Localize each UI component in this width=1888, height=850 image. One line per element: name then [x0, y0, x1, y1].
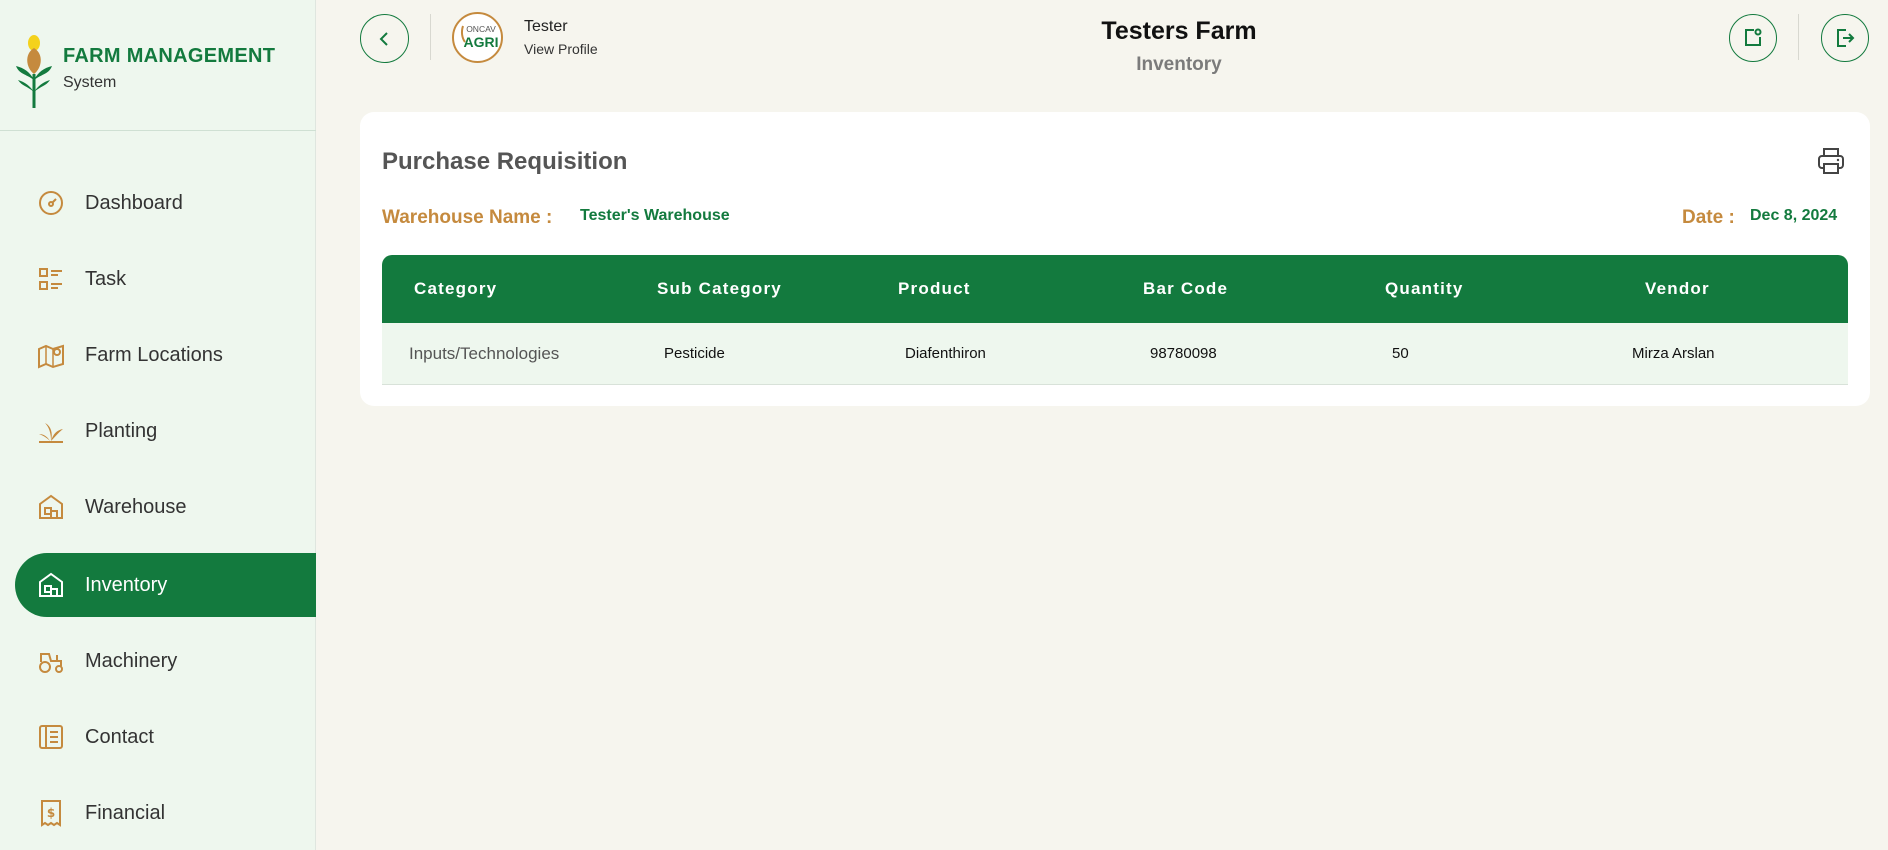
table-header: Category Sub Category Product Bar Code Q… [382, 255, 1848, 323]
sidebar-item-label: Contact [85, 725, 154, 748]
share-icon [1745, 28, 1762, 46]
sidebar-item-label: Dashboard [85, 191, 183, 214]
contact-icon [39, 725, 63, 749]
receipt-icon: $ [41, 800, 61, 827]
page-title: Testers Farm [1101, 17, 1257, 45]
tractor-icon [39, 653, 63, 673]
column-header-product: Product [898, 279, 971, 298]
column-header-bar-code: Bar Code [1143, 279, 1229, 298]
inventory-icon [39, 572, 63, 597]
share-button[interactable] [1729, 14, 1777, 62]
sidebar-item-planting[interactable]: Planting [15, 399, 316, 463]
sidebar-item-inventory[interactable]: Inventory [15, 553, 316, 617]
cell-quantity: 50 [1392, 345, 1409, 362]
sidebar-item-label: Machinery [85, 649, 178, 672]
sidebar-item-label: Inventory [85, 573, 168, 596]
plant-icon [39, 423, 63, 443]
farm-logo-icon [16, 35, 52, 108]
column-header-vendor: Vendor [1645, 279, 1710, 298]
header-divider [430, 14, 431, 60]
warehouse-icon [39, 494, 63, 519]
back-button[interactable] [360, 14, 409, 63]
brand-title: FARM MANAGEMENT [63, 45, 276, 67]
requisition-table: Category Sub Category Product Bar Code Q… [382, 255, 1848, 385]
column-header-quantity: Quantity [1385, 279, 1464, 298]
cell-category: Inputs/Technologies [409, 344, 560, 363]
sidebar-item-dashboard[interactable]: Dashboard [15, 171, 316, 235]
cell-vendor: Mirza Arslan [1632, 345, 1715, 362]
date-label: Date : [1682, 207, 1735, 228]
sidebar: FARM MANAGEMENT System Dashboard Task Fa… [0, 0, 316, 850]
sidebar-item-task[interactable]: Task [15, 247, 316, 311]
cell-product: Diafenthiron [905, 345, 986, 362]
brand-block: FARM MANAGEMENT System [0, 0, 316, 131]
brand-subtitle: System [63, 74, 117, 91]
warehouse-value: Tester's Warehouse [580, 207, 730, 224]
dashboard-icon [39, 191, 63, 215]
cell-bar-code: 98780098 [1150, 345, 1217, 362]
page-subtitle: Inventory [1136, 54, 1222, 75]
purchase-requisition-card: Purchase Requisition Warehouse Name : Te… [360, 112, 1870, 406]
svg-text:$: $ [47, 806, 55, 820]
card-title: Purchase Requisition [382, 148, 628, 175]
sidebar-item-contact[interactable]: Contact [15, 705, 316, 769]
sidebar-item-label: Planting [85, 419, 158, 442]
logout-icon [1837, 29, 1855, 47]
sidebar-item-machinery[interactable]: Machinery [15, 629, 316, 693]
date-value: Dec 8, 2024 [1750, 207, 1838, 224]
header-divider [1798, 14, 1799, 60]
task-list-icon [39, 268, 62, 290]
agri-logo-icon: ONCAV AGRI [460, 24, 499, 50]
sidebar-item-label: Warehouse [85, 495, 187, 518]
map-pin-icon [38, 344, 64, 369]
sidebar-item-label: Task [85, 267, 127, 290]
avatar-text-bottom: AGRI [464, 34, 499, 50]
avatar[interactable]: ONCAV AGRI [452, 12, 503, 63]
sidebar-item-warehouse[interactable]: Warehouse [15, 475, 316, 539]
sidebar-item-financial[interactable]: $ Financial [15, 781, 316, 845]
avatar-text-top: ONCAV [466, 24, 496, 34]
logout-button[interactable] [1821, 14, 1869, 62]
column-header-sub-category: Sub Category [657, 279, 782, 298]
table-row[interactable]: Inputs/Technologies Pesticide Diafenthir… [382, 323, 1848, 385]
chevron-left-icon [379, 31, 388, 46]
view-profile-link[interactable]: View Profile [524, 41, 598, 57]
warehouse-label: Warehouse Name : [382, 207, 553, 228]
sidebar-item-label: Farm Locations [85, 343, 223, 366]
column-header-category: Category [414, 279, 498, 298]
sidebar-item-label: Financial [85, 801, 166, 824]
user-name: Tester [524, 18, 568, 35]
sidebar-item-farm-locations[interactable]: Farm Locations [15, 323, 316, 387]
print-icon[interactable] [1816, 146, 1846, 176]
cell-sub-category: Pesticide [664, 345, 725, 362]
